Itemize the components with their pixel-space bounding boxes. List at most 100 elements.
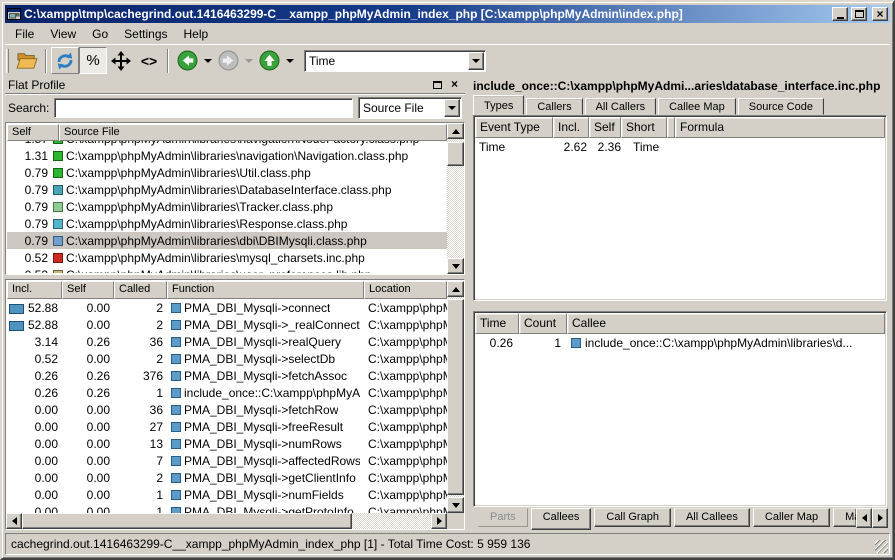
functions-vertical-scrollbar[interactable] — [447, 281, 464, 513]
scroll-down-button[interactable] — [447, 497, 464, 513]
file-row[interactable]: 1.31C:\xampp\phpMyAdmin\libraries\naviga… — [7, 147, 447, 164]
open-file-button[interactable] — [13, 47, 41, 74]
function-row[interactable]: 0.000.001PMA_DBI_Mysqli->numFieldsC:\xam… — [7, 486, 447, 503]
functions-horizontal-scrollbar[interactable] — [6, 513, 464, 529]
column-header-source-file[interactable]: Source File — [59, 124, 447, 141]
callees-header: TimeCountCallee — [475, 313, 885, 334]
column-header-incl[interactable]: Incl. — [7, 281, 62, 299]
function-row[interactable]: 0.260.26376PMA_DBI_Mysqli->fetchAssocC:\… — [7, 367, 447, 384]
back-dropdown-caret[interactable] — [201, 47, 214, 74]
scrollbar-thumb[interactable] — [22, 513, 352, 529]
function-row[interactable]: 3.140.2636PMA_DBI_Mysqli->realQueryC:\xa… — [7, 333, 447, 350]
toolbar-separator — [45, 49, 47, 73]
file-path: C:\xampp\phpMyAdmin\libraries\user_prefe… — [66, 268, 371, 274]
files-vertical-scrollbar[interactable] — [447, 123, 464, 274]
menu-file[interactable]: File — [7, 25, 42, 43]
column-header-count[interactable]: Count — [519, 313, 567, 334]
menu-settings[interactable]: Settings — [116, 25, 175, 43]
forward-button[interactable] — [214, 47, 242, 74]
event-type-combo[interactable]: Time — [304, 50, 486, 72]
function-row[interactable]: 52.880.002PMA_DBI_Mysqli->connectC:\xamp… — [7, 299, 447, 316]
function-location: C:\xampp\phpMy... — [364, 471, 447, 485]
up-button[interactable] — [255, 47, 283, 74]
function-location: C:\xampp\phpMy... — [364, 301, 447, 315]
column-header-self[interactable]: Self — [62, 281, 114, 299]
file-row[interactable]: 0.79C:\xampp\phpMyAdmin\libraries\dbi\DB… — [7, 232, 447, 249]
column-header-formula[interactable]: Formula — [675, 117, 885, 138]
tabs-scroll-right-button[interactable] — [872, 508, 888, 528]
column-header-incl[interactable]: Incl. — [553, 117, 589, 138]
tab-source-code[interactable]: Source Code — [738, 98, 824, 115]
menu-go[interactable]: Go — [84, 25, 116, 43]
minimize-button[interactable] — [832, 7, 848, 21]
column-header-self[interactable]: Self — [7, 124, 59, 141]
grouping-combo[interactable]: Source File — [358, 97, 462, 119]
tab-types[interactable]: Types — [473, 95, 524, 115]
resize-grip[interactable] — [875, 540, 888, 553]
scroll-up-button[interactable] — [447, 123, 464, 139]
combo-dropdown-button[interactable] — [444, 99, 460, 117]
scroll-up-button[interactable] — [447, 281, 464, 297]
function-name: PMA_DBI_Mysqli->numFields — [184, 488, 344, 502]
bottom-tab-machine[interactable]: Machine — [833, 508, 856, 527]
function-row[interactable]: 0.000.001PMA_DBI_Mysqli->getProtoInfoC:\… — [7, 503, 447, 513]
title-bar[interactable]: C:\xampp\tmp\cachegrind.out.1416463299-C… — [5, 5, 890, 23]
toolbar-handle[interactable] — [6, 49, 9, 73]
function-row[interactable]: 0.260.261include_once::C:\xampp\phpMyAd.… — [7, 384, 447, 401]
bottom-tab-all-callees[interactable]: All Callees — [674, 508, 750, 527]
function-row[interactable]: 0.000.0027PMA_DBI_Mysqli->freeResultC:\x… — [7, 418, 447, 435]
tab-callers[interactable]: Callers — [526, 98, 582, 115]
scroll-right-button[interactable] — [431, 513, 447, 529]
column-header-callee[interactable]: Callee — [567, 313, 885, 334]
close-button[interactable]: × — [872, 7, 888, 21]
search-input[interactable] — [54, 98, 353, 118]
column-header-self[interactable]: Self — [589, 117, 621, 138]
tabs-scroll-left-button[interactable] — [856, 508, 872, 528]
panel-splitter[interactable] — [470, 301, 890, 311]
bottom-tab-call-graph[interactable]: Call Graph — [594, 508, 671, 527]
file-row[interactable]: 0.79C:\xampp\phpMyAdmin\libraries\Databa… — [7, 181, 447, 198]
forward-dropdown-caret[interactable] — [242, 47, 255, 74]
menu-view[interactable]: View — [42, 25, 84, 43]
maximize-button[interactable] — [851, 7, 867, 21]
tab-callee-map[interactable]: Callee Map — [658, 98, 736, 115]
combo-dropdown-button[interactable] — [468, 52, 484, 70]
up-dropdown-caret[interactable] — [283, 47, 296, 74]
bottom-tab-caller-map[interactable]: Caller Map — [753, 508, 830, 527]
column-header-function[interactable]: Function — [167, 281, 364, 299]
menu-help[interactable]: Help — [176, 25, 217, 43]
scroll-left-button[interactable] — [6, 513, 22, 529]
file-color-icon — [53, 236, 63, 246]
function-row[interactable]: 0.520.002PMA_DBI_Mysqli->selectDbC:\xamp… — [7, 350, 447, 367]
function-row[interactable]: 52.880.002PMA_DBI_Mysqli->_realConnectC:… — [7, 316, 447, 333]
column-header-short[interactable]: Short — [621, 117, 667, 138]
column-header-location[interactable]: Location — [364, 281, 447, 299]
back-button[interactable] — [173, 47, 201, 74]
tab-all-callers[interactable]: All Callers — [585, 98, 657, 115]
column-header-event-type[interactable]: Event Type — [475, 117, 553, 138]
callee-row[interactable]: 0.261include_once::C:\xampp\phpMyAdmin\l… — [475, 334, 885, 352]
dock-layout-button[interactable] — [107, 47, 135, 74]
function-row[interactable]: 0.000.007PMA_DBI_Mysqli->affectedRowsC:\… — [7, 452, 447, 469]
file-row[interactable]: 0.79C:\xampp\phpMyAdmin\libraries\Util.c… — [7, 164, 447, 181]
dock-title-bar[interactable]: Flat Profile × — [5, 76, 465, 94]
column-header-called[interactable]: Called — [114, 281, 167, 299]
percentage-toggle-button[interactable]: % — [79, 47, 107, 74]
column-header-time[interactable]: Time — [475, 313, 519, 334]
event-type-row[interactable]: Time2.622.36Time — [475, 138, 885, 155]
scrollbar-thumb[interactable] — [447, 299, 464, 495]
dock-close-button[interactable]: × — [447, 78, 462, 91]
reload-button[interactable] — [51, 47, 79, 74]
file-row[interactable]: 0.79C:\xampp\phpMyAdmin\libraries\Respon… — [7, 215, 447, 232]
function-row[interactable]: 0.000.0013PMA_DBI_Mysqli->numRowsC:\xamp… — [7, 435, 447, 452]
file-row[interactable]: 0.79C:\xampp\phpMyAdmin\libraries\Tracke… — [7, 198, 447, 215]
file-row[interactable]: 0.52C:\xampp\phpMyAdmin\libraries\user_p… — [7, 266, 447, 273]
scrollbar-thumb[interactable] — [447, 142, 464, 166]
file-row[interactable]: 0.52C:\xampp\phpMyAdmin\libraries\mysql_… — [7, 249, 447, 266]
bottom-tab-callees[interactable]: Callees — [531, 508, 592, 530]
sidebar-toggle-button[interactable]: <> — [135, 47, 163, 74]
function-row[interactable]: 0.000.002PMA_DBI_Mysqli->getClientInfoC:… — [7, 469, 447, 486]
dock-float-button[interactable] — [430, 78, 445, 91]
function-row[interactable]: 0.000.0036PMA_DBI_Mysqli->fetchRowC:\xam… — [7, 401, 447, 418]
scroll-down-button[interactable] — [447, 258, 464, 274]
